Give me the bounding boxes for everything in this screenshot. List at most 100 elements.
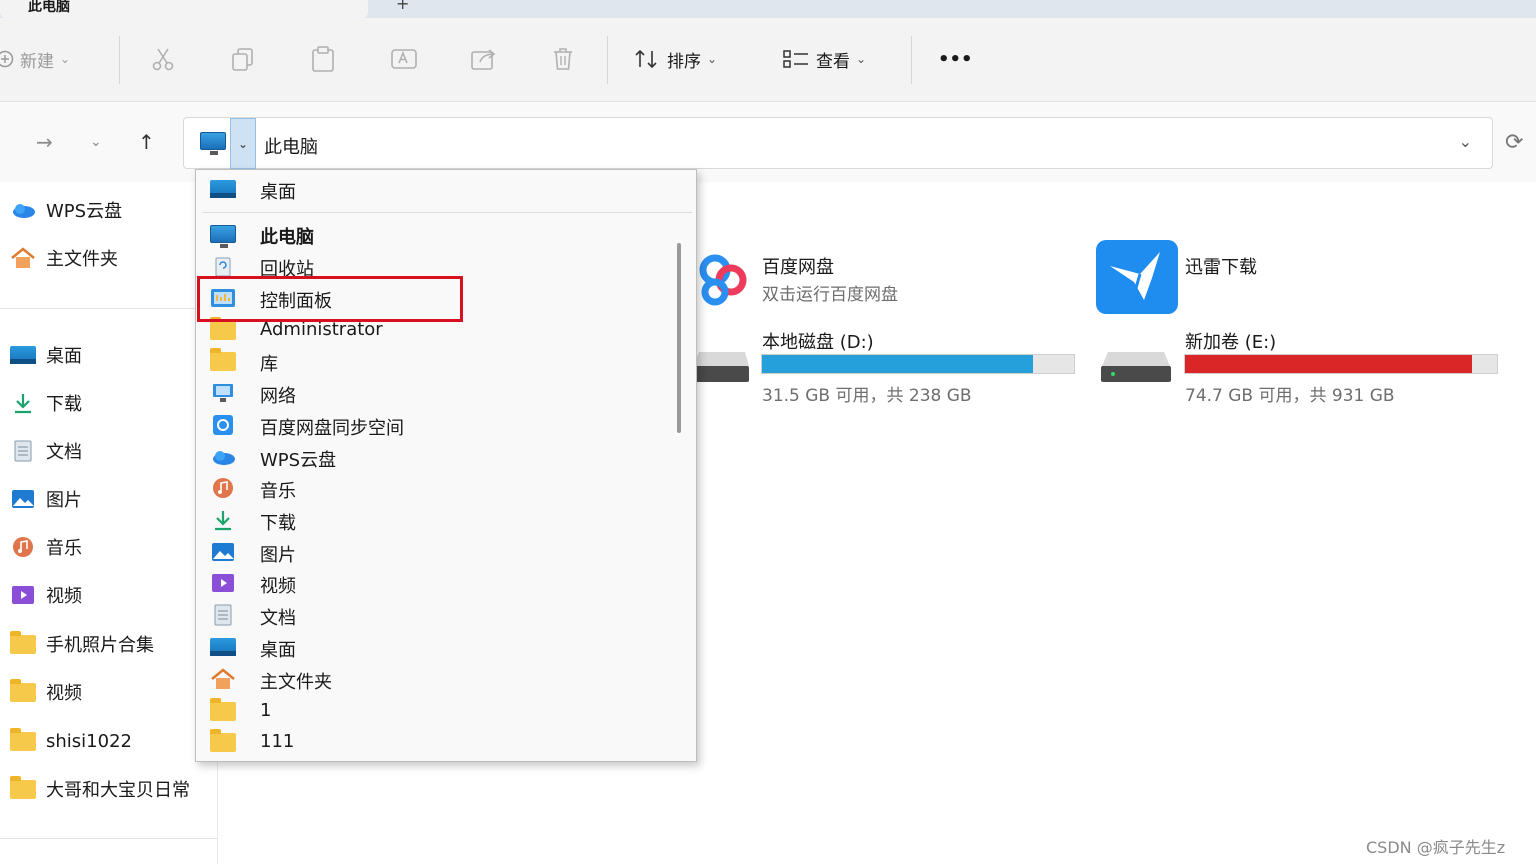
clipboard-icon xyxy=(312,46,334,72)
forward-arrow-icon[interactable]: → xyxy=(36,130,53,154)
address-bar[interactable]: ⌄ 此电脑 ⌄ xyxy=(183,117,1493,169)
baidu-sync-icon xyxy=(208,412,238,438)
sidebar-item-daily[interactable]: 大哥和大宝贝日常 xyxy=(10,774,190,804)
rename-icon xyxy=(391,49,417,69)
cloud-icon xyxy=(208,444,238,470)
more-icon: ••• xyxy=(938,48,973,70)
sidebar-item-label: WPS云盘 xyxy=(46,201,123,222)
chevron-down-icon: ⌄ xyxy=(707,52,718,66)
rename-button[interactable] xyxy=(390,44,418,74)
new-button-label: 新建 xyxy=(20,51,54,72)
new-tab-button[interactable]: + xyxy=(396,0,409,13)
new-button[interactable]: 新建 ⌄ xyxy=(0,44,70,74)
sidebar-item-videos[interactable]: 视频 xyxy=(10,580,82,610)
dropdown-item-home[interactable]: 主文件夹 xyxy=(196,664,676,694)
drive-title: 新加卷 (E:) xyxy=(1185,332,1277,353)
command-bar: 新建 ⌄ 排序 ⌄ 查看 ⌄ ••• xyxy=(0,18,1536,102)
dropdown-item-desktop-top[interactable]: 桌面 xyxy=(196,174,676,204)
dropdown-item-folder-1[interactable]: 1 xyxy=(196,696,676,726)
sidebar-item-home[interactable]: 主文件夹 xyxy=(10,243,118,273)
refresh-icon[interactable]: ⟳ xyxy=(1505,130,1523,155)
xunlei-icon xyxy=(1096,240,1178,314)
hard-drive-icon xyxy=(1100,348,1172,384)
music-icon xyxy=(208,475,238,501)
dropdown-item-desktop[interactable]: 桌面 xyxy=(196,632,676,662)
more-options-button[interactable]: ••• xyxy=(938,44,973,74)
dropdown-item-label: 视频 xyxy=(260,576,296,597)
dropdown-divider xyxy=(202,212,692,213)
chevron-down-icon: ⌄ xyxy=(237,136,249,151)
delete-button[interactable] xyxy=(550,44,576,74)
trash-icon xyxy=(554,48,572,70)
folder-icon xyxy=(208,697,238,724)
address-dropdown-menu: 桌面 此电脑 回收站 控制面板 Administrator 库 网络 百度网盘同… xyxy=(195,169,697,762)
paste-button[interactable] xyxy=(310,44,336,74)
plus-circle-icon xyxy=(0,50,14,68)
network-icon xyxy=(208,380,238,406)
app-tile-subtitle: 双击运行百度网盘 xyxy=(762,285,898,305)
sidebar-item-shisi1022[interactable]: shisi1022 xyxy=(10,726,132,756)
address-history-chevron-icon[interactable]: ⌄ xyxy=(1459,132,1472,151)
sidebar-item-downloads[interactable]: 下载 xyxy=(10,388,82,418)
dropdown-item-folder-111[interactable]: 111 xyxy=(196,727,676,757)
dropdown-item-label: 库 xyxy=(260,354,278,375)
sidebar-divider xyxy=(0,308,218,309)
dropdown-item-label: 音乐 xyxy=(260,481,296,502)
sidebar-item-label: 视频 xyxy=(46,586,82,607)
dropdown-item-network[interactable]: 网络 xyxy=(196,378,676,408)
scissors-icon xyxy=(152,48,174,71)
view-button[interactable]: 查看 ⌄ xyxy=(782,44,866,74)
download-icon xyxy=(208,507,238,533)
app-tile-title: 迅雷下载 xyxy=(1185,257,1257,278)
dropdown-item-wps-cloud[interactable]: WPS云盘 xyxy=(196,442,676,472)
copy-button[interactable] xyxy=(230,44,256,74)
sort-button-label: 排序 xyxy=(667,51,701,72)
dropdown-item-pictures[interactable]: 图片 xyxy=(196,537,676,567)
dropdown-item-label: 111 xyxy=(260,731,295,752)
up-arrow-icon[interactable]: ↑ xyxy=(138,130,155,154)
dropdown-item-music[interactable]: 音乐 xyxy=(196,473,676,503)
document-icon xyxy=(10,440,36,462)
video-icon xyxy=(10,584,36,606)
video-icon xyxy=(208,570,238,596)
share-button[interactable] xyxy=(470,44,498,74)
music-icon xyxy=(10,536,36,558)
folder-icon xyxy=(10,727,36,752)
drive-usage-bar xyxy=(761,354,1075,374)
address-dropdown-button[interactable]: ⌄ xyxy=(230,118,256,169)
sidebar-item-wps-cloud[interactable]: WPS云盘 xyxy=(10,195,122,225)
drive-usage-fill xyxy=(762,355,1033,373)
sidebar-item-label: 图片 xyxy=(46,490,82,511)
tab-this-pc[interactable]: 此电脑 xyxy=(0,0,368,18)
sidebar-item-desktop[interactable]: 桌面 xyxy=(10,340,82,370)
sidebar-item-pictures[interactable]: 图片 xyxy=(10,484,82,514)
recent-locations-chevron-icon[interactable]: ⌄ xyxy=(90,134,102,150)
dropdown-item-videos[interactable]: 视频 xyxy=(196,568,676,598)
pictures-icon xyxy=(10,488,36,510)
folder-icon xyxy=(10,630,36,655)
dropdown-item-label: 桌面 xyxy=(260,640,296,661)
cut-button[interactable] xyxy=(150,44,176,74)
address-path: 此电脑 xyxy=(264,137,318,158)
sidebar-item-videos-folder[interactable]: 视频 xyxy=(10,677,82,707)
toolbar-divider xyxy=(607,36,608,84)
sort-button[interactable]: 排序 ⌄ xyxy=(633,44,717,74)
sidebar-item-label: 文档 xyxy=(46,442,82,463)
hard-drive-icon xyxy=(693,348,749,384)
dropdown-item-label: 桌面 xyxy=(260,182,296,203)
dropdown-item-label: Administrator xyxy=(260,319,383,340)
tab-strip: 此电脑 + xyxy=(0,0,1536,18)
dropdown-item-libraries[interactable]: 库 xyxy=(196,346,676,376)
sidebar-item-label: 手机照片合集 xyxy=(46,635,154,656)
tab-title: 此电脑 xyxy=(28,0,70,15)
navigation-pane: WPS云盘 主文件夹 桌面 下载 文档 图片 音乐 视频 手机照片合集 视频 s… xyxy=(0,182,218,864)
dropdown-item-documents[interactable]: 文档 xyxy=(196,600,676,630)
copy-icon xyxy=(232,48,253,71)
dropdown-item-this-pc[interactable]: 此电脑 xyxy=(196,219,676,249)
dropdown-scrollbar[interactable] xyxy=(677,243,681,433)
dropdown-item-baidu-sync[interactable]: 百度网盘同步空间 xyxy=(196,410,676,440)
dropdown-item-downloads[interactable]: 下载 xyxy=(196,505,676,535)
sidebar-item-phone-photos[interactable]: 手机照片合集 xyxy=(10,629,154,659)
sidebar-item-music[interactable]: 音乐 xyxy=(10,532,82,562)
sidebar-item-documents[interactable]: 文档 xyxy=(10,436,82,466)
